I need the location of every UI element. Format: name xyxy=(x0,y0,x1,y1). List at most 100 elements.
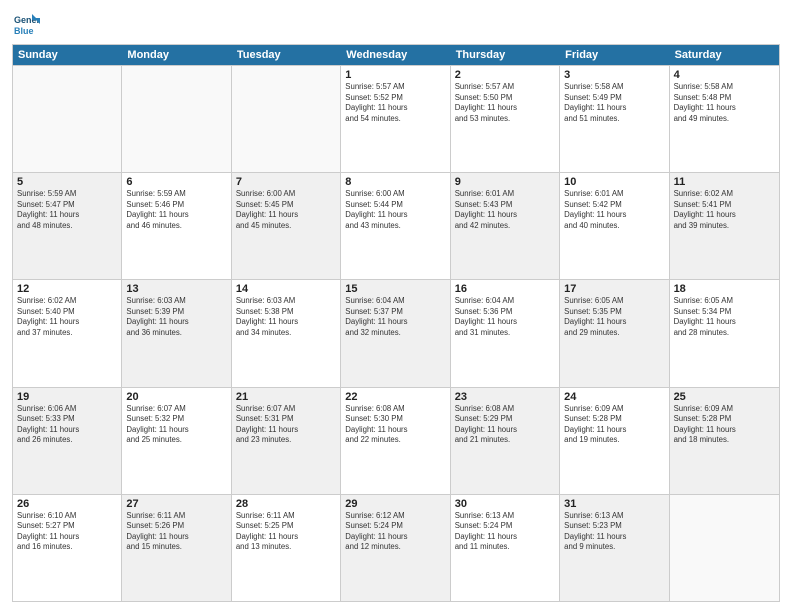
calendar-cell: 12Sunrise: 6:02 AM Sunset: 5:40 PM Dayli… xyxy=(13,280,122,386)
day-info: Sunrise: 6:02 AM Sunset: 5:41 PM Dayligh… xyxy=(674,189,775,231)
day-number: 9 xyxy=(455,176,555,188)
calendar-cell: 7Sunrise: 6:00 AM Sunset: 5:45 PM Daylig… xyxy=(232,173,341,279)
day-number: 3 xyxy=(564,69,664,81)
day-number: 23 xyxy=(455,391,555,403)
day-number: 25 xyxy=(674,391,775,403)
logo-icon: General Blue xyxy=(12,10,40,38)
svg-text:Blue: Blue xyxy=(14,26,34,36)
calendar-cell: 15Sunrise: 6:04 AM Sunset: 5:37 PM Dayli… xyxy=(341,280,450,386)
day-number: 22 xyxy=(345,391,445,403)
day-number: 1 xyxy=(345,69,445,81)
day-number: 13 xyxy=(126,283,226,295)
calendar-cell: 1Sunrise: 5:57 AM Sunset: 5:52 PM Daylig… xyxy=(341,66,450,172)
calendar-cell xyxy=(13,66,122,172)
day-number: 8 xyxy=(345,176,445,188)
day-number: 16 xyxy=(455,283,555,295)
day-number: 20 xyxy=(126,391,226,403)
day-number: 2 xyxy=(455,69,555,81)
day-info: Sunrise: 6:03 AM Sunset: 5:38 PM Dayligh… xyxy=(236,296,336,338)
day-info: Sunrise: 6:04 AM Sunset: 5:36 PM Dayligh… xyxy=(455,296,555,338)
calendar-cell: 28Sunrise: 6:11 AM Sunset: 5:25 PM Dayli… xyxy=(232,495,341,601)
day-number: 4 xyxy=(674,69,775,81)
day-info: Sunrise: 6:13 AM Sunset: 5:23 PM Dayligh… xyxy=(564,511,664,553)
day-number: 31 xyxy=(564,498,664,510)
calendar-cell: 24Sunrise: 6:09 AM Sunset: 5:28 PM Dayli… xyxy=(560,388,669,494)
calendar-cell: 10Sunrise: 6:01 AM Sunset: 5:42 PM Dayli… xyxy=(560,173,669,279)
calendar-cell: 9Sunrise: 6:01 AM Sunset: 5:43 PM Daylig… xyxy=(451,173,560,279)
calendar-cell: 2Sunrise: 5:57 AM Sunset: 5:50 PM Daylig… xyxy=(451,66,560,172)
day-info: Sunrise: 6:08 AM Sunset: 5:30 PM Dayligh… xyxy=(345,404,445,446)
calendar-cell: 29Sunrise: 6:12 AM Sunset: 5:24 PM Dayli… xyxy=(341,495,450,601)
day-info: Sunrise: 5:58 AM Sunset: 5:49 PM Dayligh… xyxy=(564,82,664,124)
day-number: 10 xyxy=(564,176,664,188)
calendar-cell: 4Sunrise: 5:58 AM Sunset: 5:48 PM Daylig… xyxy=(670,66,779,172)
page-container: General Blue SundayMondayTuesdayWednesda… xyxy=(0,0,792,612)
day-number: 15 xyxy=(345,283,445,295)
day-number: 12 xyxy=(17,283,117,295)
day-info: Sunrise: 6:07 AM Sunset: 5:32 PM Dayligh… xyxy=(126,404,226,446)
calendar-cell: 3Sunrise: 5:58 AM Sunset: 5:49 PM Daylig… xyxy=(560,66,669,172)
calendar-cell: 22Sunrise: 6:08 AM Sunset: 5:30 PM Dayli… xyxy=(341,388,450,494)
day-info: Sunrise: 5:58 AM Sunset: 5:48 PM Dayligh… xyxy=(674,82,775,124)
day-number: 18 xyxy=(674,283,775,295)
day-info: Sunrise: 6:01 AM Sunset: 5:42 PM Dayligh… xyxy=(564,189,664,231)
calendar-cell: 23Sunrise: 6:08 AM Sunset: 5:29 PM Dayli… xyxy=(451,388,560,494)
weekday-header: Saturday xyxy=(670,45,779,65)
day-info: Sunrise: 6:12 AM Sunset: 5:24 PM Dayligh… xyxy=(345,511,445,553)
calendar-cell: 27Sunrise: 6:11 AM Sunset: 5:26 PM Dayli… xyxy=(122,495,231,601)
weekday-header: Sunday xyxy=(13,45,122,65)
calendar-cell: 21Sunrise: 6:07 AM Sunset: 5:31 PM Dayli… xyxy=(232,388,341,494)
calendar-cell: 18Sunrise: 6:05 AM Sunset: 5:34 PM Dayli… xyxy=(670,280,779,386)
calendar-cell: 14Sunrise: 6:03 AM Sunset: 5:38 PM Dayli… xyxy=(232,280,341,386)
day-info: Sunrise: 6:13 AM Sunset: 5:24 PM Dayligh… xyxy=(455,511,555,553)
day-info: Sunrise: 6:07 AM Sunset: 5:31 PM Dayligh… xyxy=(236,404,336,446)
day-number: 30 xyxy=(455,498,555,510)
day-number: 6 xyxy=(126,176,226,188)
header: General Blue xyxy=(12,10,780,38)
day-number: 19 xyxy=(17,391,117,403)
weekday-header: Monday xyxy=(122,45,231,65)
calendar-cell: 20Sunrise: 6:07 AM Sunset: 5:32 PM Dayli… xyxy=(122,388,231,494)
day-info: Sunrise: 5:57 AM Sunset: 5:52 PM Dayligh… xyxy=(345,82,445,124)
day-info: Sunrise: 5:59 AM Sunset: 5:46 PM Dayligh… xyxy=(126,189,226,231)
weekday-header: Wednesday xyxy=(341,45,450,65)
calendar-week: 5Sunrise: 5:59 AM Sunset: 5:47 PM Daylig… xyxy=(13,172,779,279)
calendar-week: 12Sunrise: 6:02 AM Sunset: 5:40 PM Dayli… xyxy=(13,279,779,386)
day-info: Sunrise: 5:57 AM Sunset: 5:50 PM Dayligh… xyxy=(455,82,555,124)
day-info: Sunrise: 6:00 AM Sunset: 5:45 PM Dayligh… xyxy=(236,189,336,231)
day-info: Sunrise: 6:05 AM Sunset: 5:34 PM Dayligh… xyxy=(674,296,775,338)
calendar-header: SundayMondayTuesdayWednesdayThursdayFrid… xyxy=(13,45,779,65)
day-number: 17 xyxy=(564,283,664,295)
day-number: 26 xyxy=(17,498,117,510)
calendar-cell: 30Sunrise: 6:13 AM Sunset: 5:24 PM Dayli… xyxy=(451,495,560,601)
day-info: Sunrise: 6:00 AM Sunset: 5:44 PM Dayligh… xyxy=(345,189,445,231)
calendar-cell: 11Sunrise: 6:02 AM Sunset: 5:41 PM Dayli… xyxy=(670,173,779,279)
calendar-cell: 31Sunrise: 6:13 AM Sunset: 5:23 PM Dayli… xyxy=(560,495,669,601)
day-number: 5 xyxy=(17,176,117,188)
day-number: 14 xyxy=(236,283,336,295)
day-info: Sunrise: 6:02 AM Sunset: 5:40 PM Dayligh… xyxy=(17,296,117,338)
day-info: Sunrise: 6:06 AM Sunset: 5:33 PM Dayligh… xyxy=(17,404,117,446)
day-info: Sunrise: 6:10 AM Sunset: 5:27 PM Dayligh… xyxy=(17,511,117,553)
weekday-header: Thursday xyxy=(451,45,560,65)
calendar: SundayMondayTuesdayWednesdayThursdayFrid… xyxy=(12,44,780,602)
calendar-body: 1Sunrise: 5:57 AM Sunset: 5:52 PM Daylig… xyxy=(13,65,779,601)
day-info: Sunrise: 6:09 AM Sunset: 5:28 PM Dayligh… xyxy=(674,404,775,446)
calendar-cell: 17Sunrise: 6:05 AM Sunset: 5:35 PM Dayli… xyxy=(560,280,669,386)
day-info: Sunrise: 6:04 AM Sunset: 5:37 PM Dayligh… xyxy=(345,296,445,338)
calendar-cell: 5Sunrise: 5:59 AM Sunset: 5:47 PM Daylig… xyxy=(13,173,122,279)
day-info: Sunrise: 6:05 AM Sunset: 5:35 PM Dayligh… xyxy=(564,296,664,338)
day-info: Sunrise: 6:11 AM Sunset: 5:26 PM Dayligh… xyxy=(126,511,226,553)
day-number: 21 xyxy=(236,391,336,403)
day-number: 7 xyxy=(236,176,336,188)
calendar-cell xyxy=(670,495,779,601)
calendar-cell: 8Sunrise: 6:00 AM Sunset: 5:44 PM Daylig… xyxy=(341,173,450,279)
calendar-week: 1Sunrise: 5:57 AM Sunset: 5:52 PM Daylig… xyxy=(13,65,779,172)
day-info: Sunrise: 6:01 AM Sunset: 5:43 PM Dayligh… xyxy=(455,189,555,231)
calendar-cell: 25Sunrise: 6:09 AM Sunset: 5:28 PM Dayli… xyxy=(670,388,779,494)
calendar-cell: 26Sunrise: 6:10 AM Sunset: 5:27 PM Dayli… xyxy=(13,495,122,601)
day-number: 27 xyxy=(126,498,226,510)
day-info: Sunrise: 6:11 AM Sunset: 5:25 PM Dayligh… xyxy=(236,511,336,553)
calendar-cell: 19Sunrise: 6:06 AM Sunset: 5:33 PM Dayli… xyxy=(13,388,122,494)
day-number: 28 xyxy=(236,498,336,510)
